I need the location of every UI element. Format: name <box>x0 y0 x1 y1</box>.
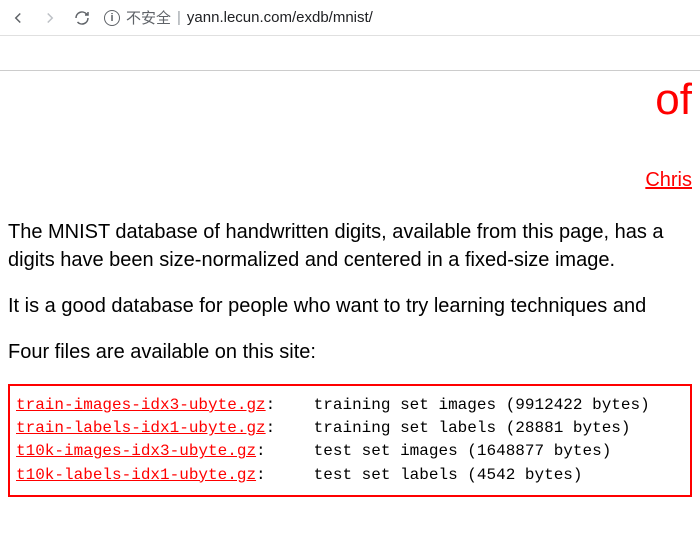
file-desc: test set images (1648877 bytes) <box>314 442 612 460</box>
file-link[interactable]: t10k-labels-idx1-ubyte.gz <box>16 466 256 484</box>
page-divider <box>0 70 700 71</box>
author-link[interactable]: Chris <box>645 169 692 191</box>
file-row: train-labels-idx1-ubyte.gz: training set… <box>16 417 684 440</box>
back-button[interactable] <box>8 8 28 28</box>
files-intro: Four files are available on this site: <box>8 338 692 366</box>
address-bar[interactable]: i 不安全 | yann.lecun.com/exdb/mnist/ <box>104 7 692 28</box>
file-row: train-images-idx3-ubyte.gz: training set… <box>16 394 684 417</box>
forward-button[interactable] <box>40 8 60 28</box>
file-desc: training set labels (28881 bytes) <box>314 419 631 437</box>
file-desc: training set images (9912422 bytes) <box>314 396 650 414</box>
page-heading-fragment: of <box>8 75 692 125</box>
arrow-left-icon <box>9 9 27 27</box>
intro-line-2: digits have been size-normalized and cen… <box>8 249 615 271</box>
arrow-right-icon <box>41 9 59 27</box>
file-row: t10k-labels-idx1-ubyte.gz: test set labe… <box>16 464 684 487</box>
file-row: t10k-images-idx3-ubyte.gz: test set imag… <box>16 440 684 463</box>
file-link[interactable]: t10k-images-idx3-ubyte.gz <box>16 442 256 460</box>
file-link[interactable]: train-labels-idx1-ubyte.gz <box>16 419 266 437</box>
file-link[interactable]: train-images-idx3-ubyte.gz <box>16 396 266 414</box>
intro-paragraph-1: The MNIST database of handwritten digits… <box>8 218 692 274</box>
page-content: of Chris The MNIST database of handwritt… <box>0 75 700 497</box>
reload-button[interactable] <box>72 8 92 28</box>
url-text: yann.lecun.com/exdb/mnist/ <box>187 9 373 26</box>
url-separator: | <box>177 9 181 26</box>
intro-line-1: The MNIST database of handwritten digits… <box>8 221 664 243</box>
info-icon: i <box>104 10 120 26</box>
security-label: 不安全 <box>126 7 171 28</box>
file-desc: test set labels (4542 bytes) <box>314 466 583 484</box>
files-list: train-images-idx3-ubyte.gz: training set… <box>8 384 692 497</box>
browser-toolbar: i 不安全 | yann.lecun.com/exdb/mnist/ <box>0 0 700 36</box>
intro-paragraph-2: It is a good database for people who wan… <box>8 292 692 320</box>
reload-icon <box>73 9 91 27</box>
author-row: Chris <box>8 169 692 192</box>
